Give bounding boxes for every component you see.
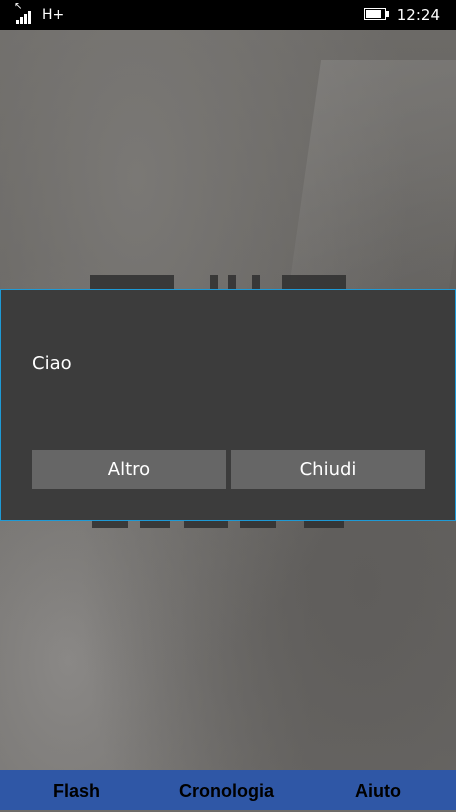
dialog-message: Ciao <box>32 353 72 374</box>
bottom-app-bar: Flash Cronologia Aiuto <box>0 770 456 810</box>
more-button[interactable]: Altro <box>32 450 226 489</box>
signal-icon <box>16 10 36 24</box>
signal-strength-indicator: ↖ <box>14 2 38 24</box>
flash-button[interactable]: Flash <box>53 770 100 810</box>
history-button[interactable]: Cronologia <box>179 770 274 810</box>
message-dialog: Ciao Altro Chiudi <box>0 289 456 521</box>
help-button[interactable]: Aiuto <box>355 770 401 810</box>
network-type-label: H+ <box>42 7 65 23</box>
close-button[interactable]: Chiudi <box>231 450 425 489</box>
barcode-top-edge <box>90 275 346 289</box>
status-clock: 12:24 <box>396 6 440 24</box>
battery-icon <box>364 8 390 22</box>
barcode-bottom-edge <box>92 520 346 528</box>
status-bar: ↖ H+ 12:24 <box>0 0 456 30</box>
